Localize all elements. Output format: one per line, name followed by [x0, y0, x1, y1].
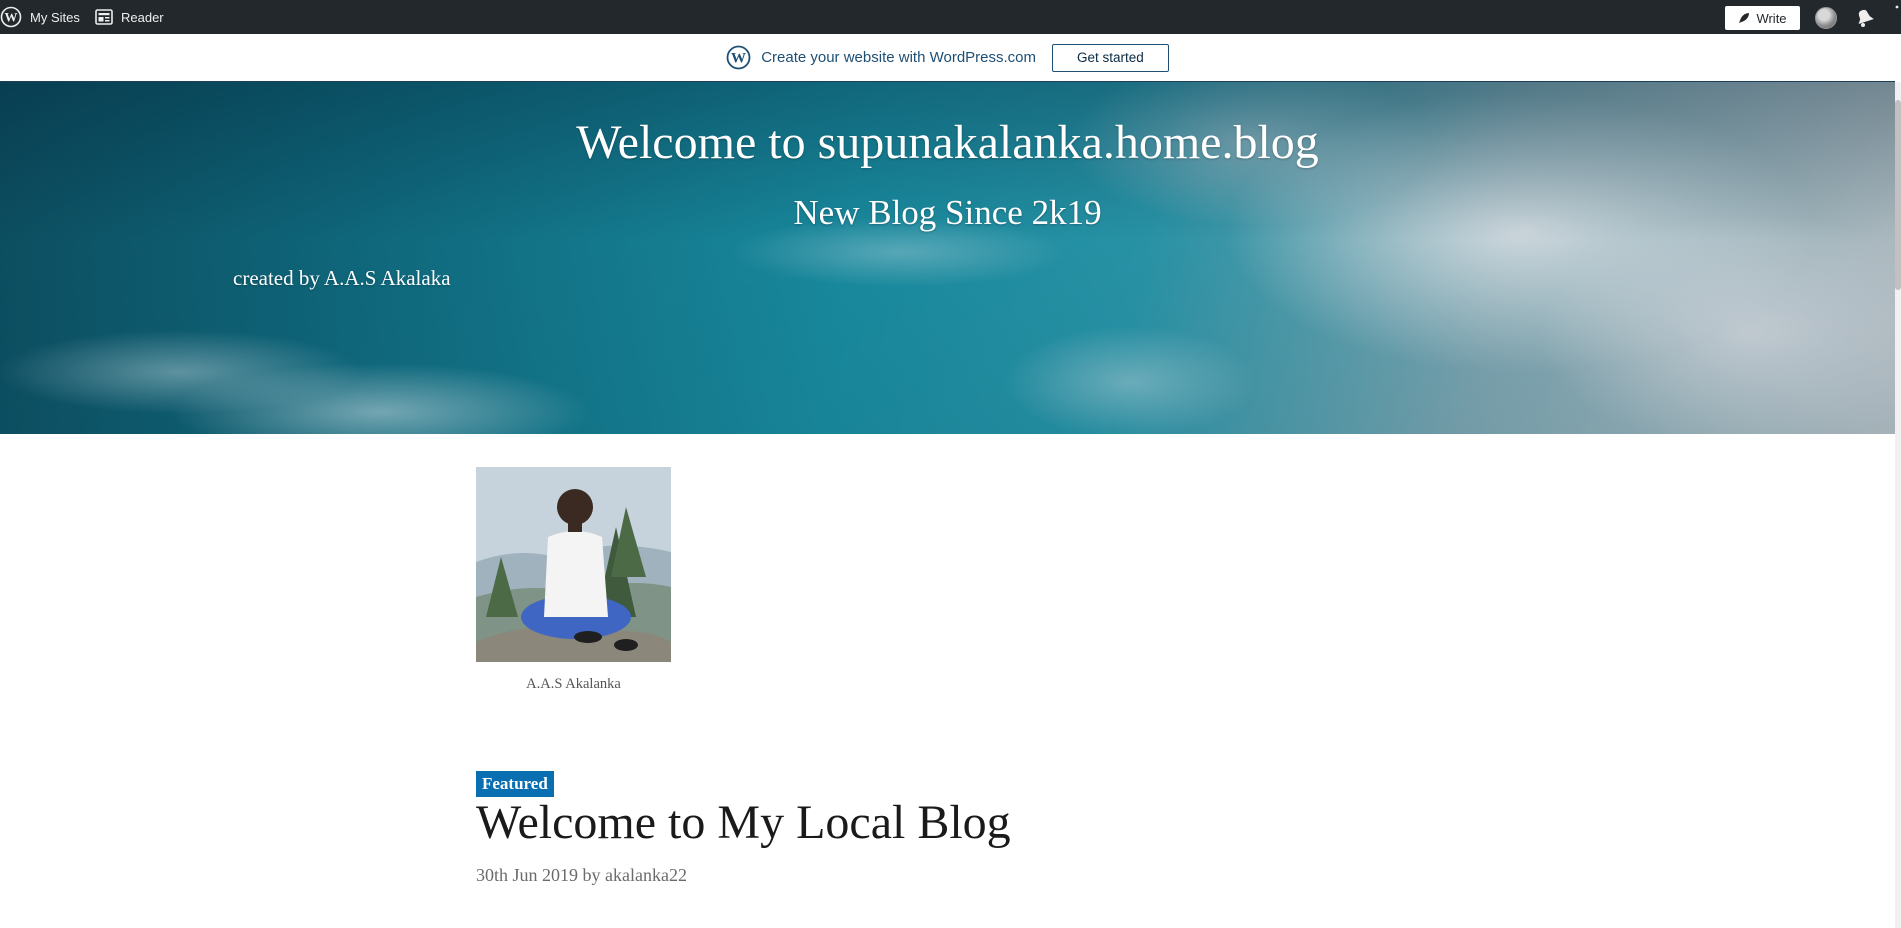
wordpress-logo-icon: W	[726, 45, 751, 70]
more-icon[interactable]	[1893, 2, 1901, 12]
wordpress-logo-icon: W	[0, 6, 22, 28]
reader-label: Reader	[121, 9, 164, 25]
header-credit: created by A.A.S Akalaka	[233, 266, 451, 290]
promo-text: Create your website with WordPress.com	[761, 49, 1037, 66]
svg-text:W: W	[5, 10, 18, 25]
post-date[interactable]: 30th Jun 2019	[476, 865, 578, 885]
promo-bar: W Create your website with WordPress.com…	[0, 34, 1895, 82]
write-label: Write	[1756, 10, 1787, 26]
site-tagline: New Blog Since 2k19	[793, 193, 1102, 232]
my-sites-label: My Sites	[30, 9, 80, 25]
scrollbar-thumb[interactable]	[1895, 100, 1901, 290]
post-author[interactable]: akalanka22	[605, 865, 687, 885]
profile-caption: A.A.S Akalanka	[526, 676, 621, 692]
profile-photo[interactable]	[476, 467, 671, 662]
bell-icon[interactable]	[1853, 7, 1875, 29]
pen-icon	[1738, 12, 1750, 24]
svg-text:W: W	[731, 51, 746, 67]
avatar[interactable]	[1815, 7, 1837, 29]
admin-bar: W My Sites Reader Write	[0, 0, 1901, 34]
get-started-button[interactable]: Get started	[1052, 43, 1169, 72]
reader-menu[interactable]: Reader	[95, 0, 164, 34]
write-button[interactable]: Write	[1725, 6, 1800, 30]
page-scrollbar[interactable]	[1895, 82, 1901, 928]
reader-icon	[95, 9, 113, 25]
header-banner: Welcome to supunakalanka.home.blog New B…	[0, 82, 1895, 434]
post-title[interactable]: Welcome to My Local Blog	[476, 794, 1011, 852]
post-meta: 30th Jun 2019 by akalanka22	[476, 865, 687, 886]
my-sites-menu[interactable]: W My Sites	[0, 0, 80, 34]
post-by: by	[582, 865, 601, 885]
site-title[interactable]: Welcome to supunakalanka.home.blog	[0, 114, 1895, 172]
